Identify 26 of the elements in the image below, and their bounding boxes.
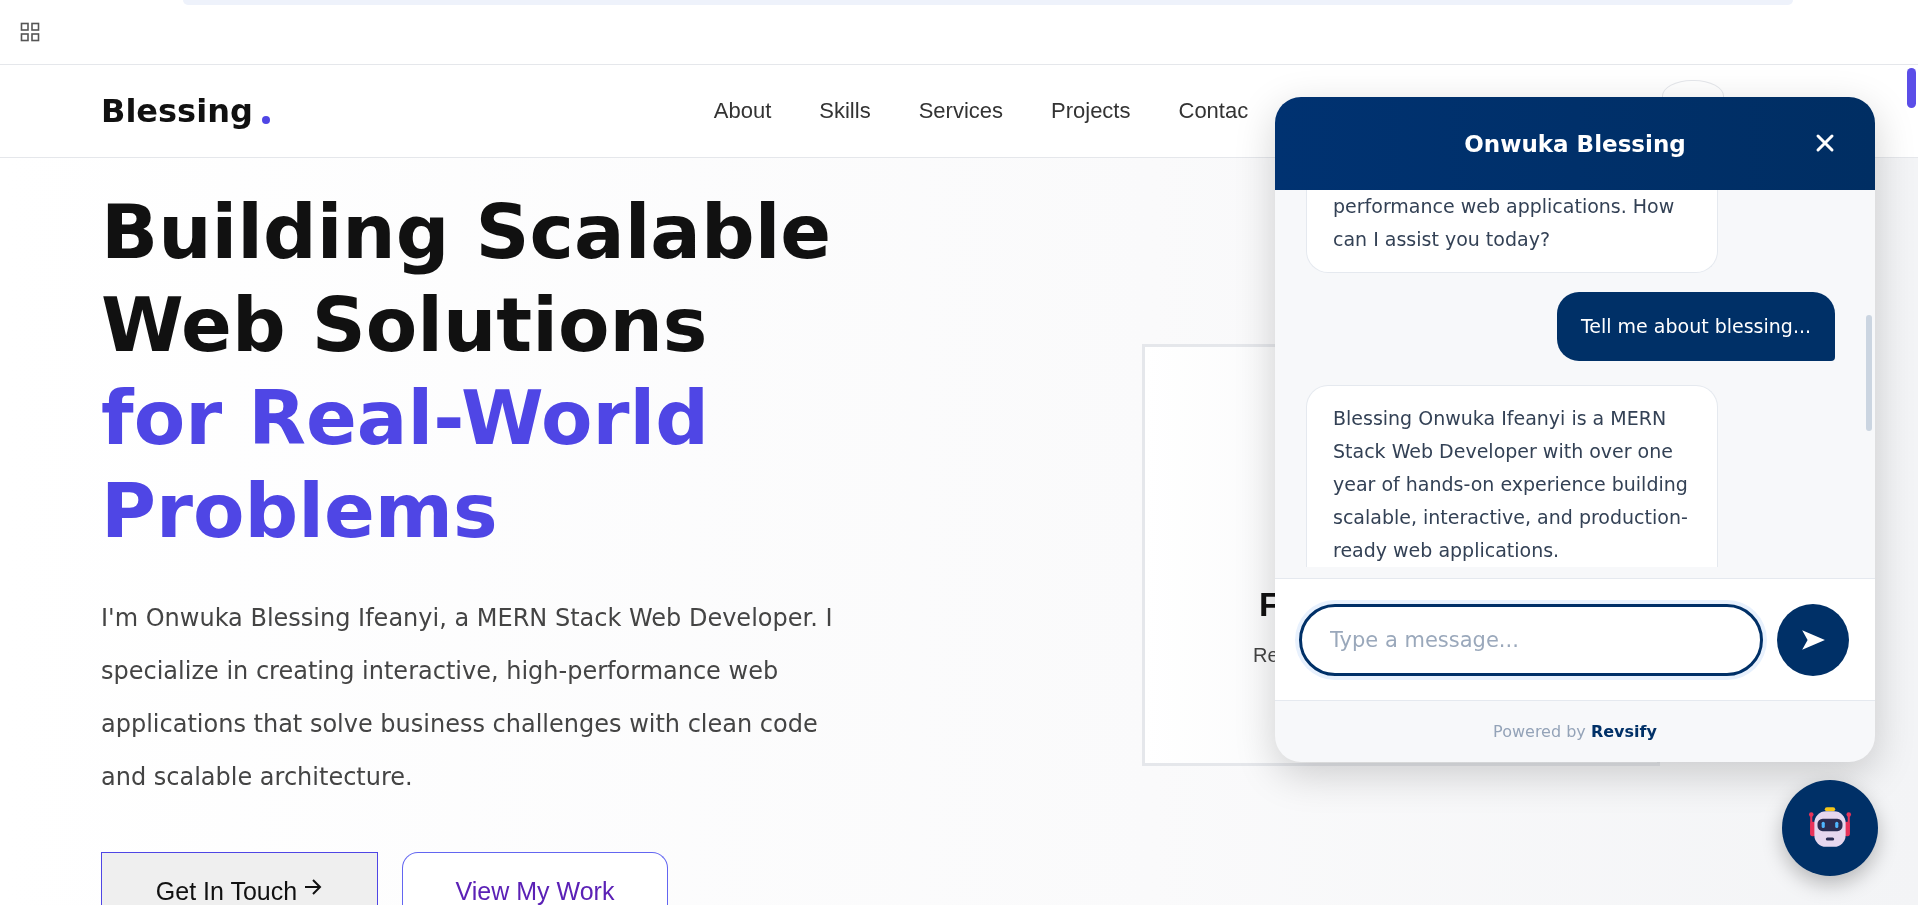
- view-work-button[interactable]: View My Work: [402, 852, 668, 905]
- scrollbar-thumb[interactable]: [1907, 68, 1916, 108]
- nav-link[interactable]: Contac: [1178, 98, 1249, 124]
- hero-heading-line: for Real-World: [101, 373, 709, 464]
- chat-title: Onwuka Blessing: [1464, 130, 1686, 157]
- nav-link[interactable]: Projects: [1051, 98, 1131, 124]
- logo-dot-icon: [261, 116, 270, 124]
- apps-grid-icon[interactable]: [20, 22, 40, 42]
- logo[interactable]: Blessing: [101, 92, 253, 130]
- intro-paragraph: I'm Onwuka Blessing Ifeanyi, a MERN Stack Web Developer. I specialize in creating interactive, high-performance web applications that solve business challenges with clean code and scalable architecture.: [101, 603, 834, 793]
- chatbot-button[interactable]: [1782, 780, 1878, 876]
- nav-link[interactable]: Skills: [819, 98, 871, 124]
- hero-heading-line: Web Solutions: [101, 280, 708, 371]
- message-input[interactable]: Type a message...: [1299, 603, 1763, 676]
- close-icon[interactable]: [1815, 133, 1835, 153]
- scrollbar-thumb[interactable]: [1866, 315, 1872, 431]
- bot-message: performance web applications. How can I assist you today?: [1306, 190, 1718, 273]
- hero-heading-line: Building Scalable: [101, 187, 832, 278]
- hero-heading-line: Problems: [101, 466, 498, 557]
- powered-by-text: Powered by Revsify: [1493, 722, 1657, 741]
- arrow-right-icon: [303, 876, 324, 897]
- get-in-touch-button[interactable]: Get In Touch: [101, 852, 378, 905]
- bot-message: Blessing Onwuka Ifeanyi is a MERN Stack Web Developer with over one year of hands-on experience building scalable, interactive, and production-ready web applications.: [1306, 385, 1718, 567]
- nav-link[interactable]: Services: [918, 98, 1003, 124]
- nav-link[interactable]: About: [713, 98, 772, 124]
- user-message: Tell me about blessing...: [1556, 292, 1835, 361]
